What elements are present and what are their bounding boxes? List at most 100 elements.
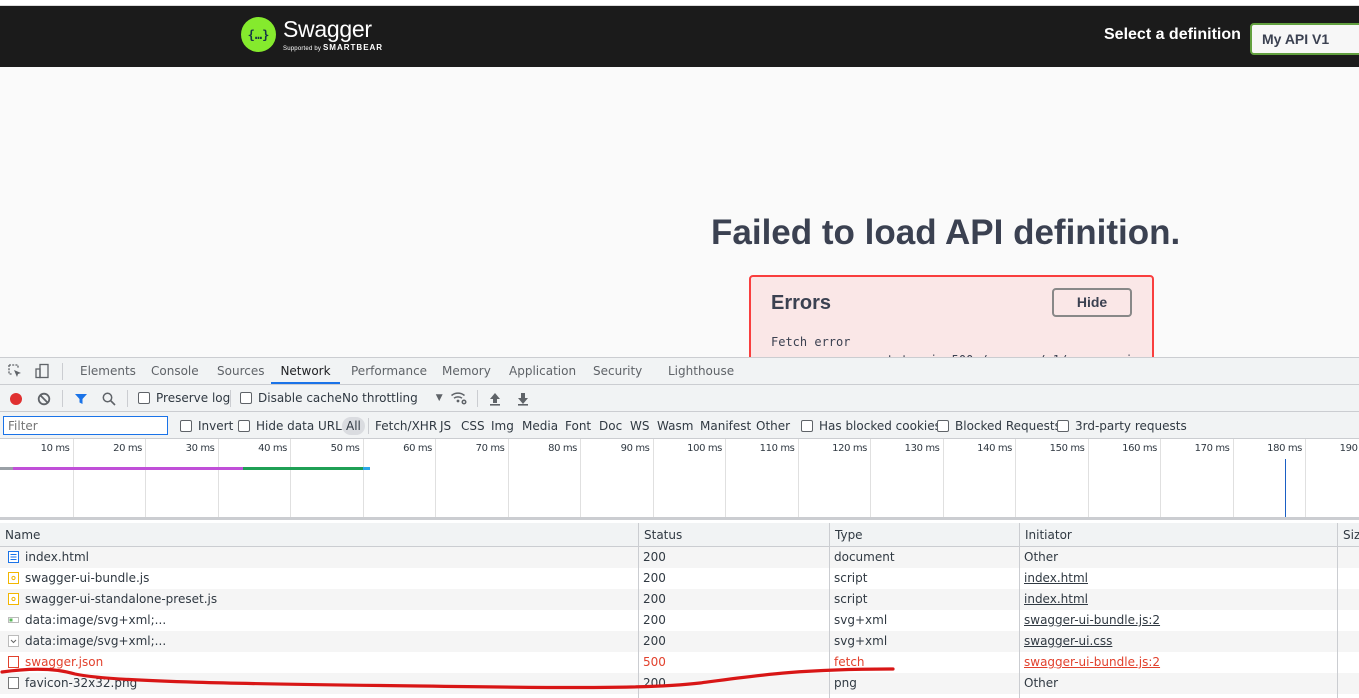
clear-icon[interactable] xyxy=(36,391,51,406)
timeline-tick-label: 80 ms xyxy=(548,443,577,454)
type-filter-all[interactable]: All xyxy=(342,417,365,435)
checkbox-box[interactable] xyxy=(1057,420,1069,432)
tab-elements[interactable]: Elements xyxy=(76,358,140,384)
tab-sources[interactable]: Sources xyxy=(213,358,268,384)
tab-network[interactable]: Network xyxy=(271,358,340,384)
type-filter-img[interactable]: Img xyxy=(488,417,517,435)
throttling-select[interactable]: No throttling ▼ xyxy=(342,391,443,405)
request-initiator[interactable]: swagger-ui-bundle.js:2 xyxy=(1019,610,1336,631)
fetch-icon xyxy=(8,654,19,668)
request-row[interactable]: swagger.json 500 fetch swagger-ui-bundle.js… xyxy=(0,652,1359,673)
request-row[interactable]: swagger-ui-standalone-preset.js 200 script… xyxy=(0,589,1359,610)
import-har-icon[interactable] xyxy=(488,391,502,406)
image-chevron-icon xyxy=(8,633,19,647)
request-status: 200 xyxy=(643,676,666,690)
timeline-bar-download xyxy=(242,467,363,470)
request-type: svg+xml xyxy=(834,634,888,648)
network-overview-timeline[interactable]: 10 ms 20 ms 30 ms 40 ms 50 ms 60 ms 70 ms 80 ms… xyxy=(0,439,1359,520)
type-filter-ws[interactable]: WS xyxy=(627,417,652,435)
request-row[interactable]: data:image/svg+xml;... 200 svg+xml swagger-… xyxy=(0,610,1359,631)
devtools-tabbar: Elements Console Sources Network Perform… xyxy=(0,358,1359,385)
type-filter-media[interactable]: Media xyxy=(519,417,561,435)
type-filter-other[interactable]: Other xyxy=(753,417,793,435)
has-blocked-cookies-checkbox[interactable]: Has blocked cookies xyxy=(801,419,941,433)
hide-data-urls-checkbox[interactable]: Hide data URLs xyxy=(238,419,348,433)
request-row[interactable]: index.html 200 document Other xyxy=(0,547,1359,568)
request-name-text: data:image/svg+xml;... xyxy=(25,634,167,648)
timeline-gridline xyxy=(725,439,726,517)
request-status: 500 xyxy=(643,655,666,669)
timeline-tick-label: 20 ms xyxy=(113,443,142,454)
swagger-logo-icon: {…} xyxy=(241,17,276,52)
request-row[interactable]: favicon-32x32.png 200 png Other xyxy=(0,673,1359,694)
timeline-gridline xyxy=(362,439,364,517)
request-name-text: data:image/svg+xml;... xyxy=(25,613,167,627)
record-icon[interactable] xyxy=(8,391,23,406)
invert-checkbox[interactable]: Invert xyxy=(180,419,233,433)
device-toolbar-icon[interactable] xyxy=(33,362,51,380)
checkbox-box[interactable] xyxy=(180,420,192,432)
checkbox-box[interactable] xyxy=(937,420,949,432)
request-name: swagger-ui-bundle.js xyxy=(3,568,633,589)
request-initiator[interactable]: swagger-ui-bundle.js:2 xyxy=(1019,652,1336,673)
definition-select[interactable]: My API V1 xyxy=(1250,23,1359,55)
checkbox-box[interactable] xyxy=(801,420,813,432)
type-filter-manifest[interactable]: Manifest xyxy=(697,417,754,435)
tab-lighthouse[interactable]: Lighthouse xyxy=(664,358,738,384)
column-header-size[interactable]: Size xyxy=(1337,523,1359,547)
preserve-log-checkbox[interactable]: Preserve log xyxy=(138,391,230,405)
timeline-gridline xyxy=(942,439,944,517)
filter-input[interactable] xyxy=(3,416,168,435)
tab-security[interactable]: Security xyxy=(589,358,646,384)
request-name-text: swagger-ui-standalone-preset.js xyxy=(25,592,218,606)
checkbox-box[interactable] xyxy=(240,392,252,404)
timeline-gridline xyxy=(435,439,436,517)
column-header-initiator[interactable]: Initiator xyxy=(1019,523,1337,547)
file-icon xyxy=(8,675,19,689)
throttling-label: No throttling xyxy=(342,391,418,405)
request-row[interactable]: data:image/svg+xml;... 200 svg+xml swagger-… xyxy=(0,631,1359,652)
search-icon[interactable] xyxy=(101,391,116,406)
blocked-requests-checkbox[interactable]: Blocked Requests xyxy=(937,419,1061,433)
timeline-tick-label: 120 ms xyxy=(832,443,867,454)
column-header-name[interactable]: Name xyxy=(0,523,638,547)
tab-application[interactable]: Application xyxy=(505,358,580,384)
inspect-element-icon[interactable] xyxy=(6,362,24,380)
type-filter-font[interactable]: Font xyxy=(562,417,594,435)
timeline-tick-label: 100 ms xyxy=(687,443,722,454)
column-header-type[interactable]: Type xyxy=(829,523,1019,547)
tab-console[interactable]: Console xyxy=(147,358,203,384)
devtools-panel: Elements Console Sources Network Perform… xyxy=(0,357,1359,698)
type-filter-doc[interactable]: Doc xyxy=(596,417,625,435)
checkbox-box[interactable] xyxy=(238,420,250,432)
request-type: svg+xml xyxy=(834,613,888,627)
tabbar-separator xyxy=(62,363,63,380)
export-har-icon[interactable] xyxy=(516,391,530,406)
network-conditions-icon[interactable] xyxy=(450,390,468,406)
tab-performance[interactable]: Performance xyxy=(347,358,431,384)
type-filter-wasm[interactable]: Wasm xyxy=(654,417,696,435)
errors-title: Errors xyxy=(771,292,832,314)
hide-errors-button[interactable]: Hide xyxy=(1052,288,1132,317)
timeline-tick-label: 150 ms xyxy=(1049,443,1085,454)
disable-cache-checkbox[interactable]: Disable cache xyxy=(240,391,342,405)
request-initiator[interactable]: index.html xyxy=(1019,568,1336,589)
request-initiator[interactable]: swagger-ui.css xyxy=(1019,631,1336,652)
request-name: data:image/svg+xml;... xyxy=(3,610,633,631)
swagger-logo[interactable]: {…} Swagger Supported by SMARTBEAR xyxy=(241,17,383,54)
type-filter-css[interactable]: CSS xyxy=(458,417,488,435)
toolbar-separator xyxy=(230,390,231,407)
tab-memory[interactable]: Memory xyxy=(438,358,495,384)
column-divider xyxy=(829,523,830,698)
timeline-gridline xyxy=(797,439,799,517)
request-row[interactable]: swagger-ui-bundle.js 200 script index.html xyxy=(0,568,1359,589)
request-initiator[interactable]: index.html xyxy=(1019,589,1336,610)
timeline-gridline xyxy=(1015,439,1016,517)
column-header-status[interactable]: Status xyxy=(638,523,829,547)
third-party-requests-checkbox[interactable]: 3rd-party requests xyxy=(1057,419,1187,433)
request-status: 200 xyxy=(643,550,666,564)
type-filter-fetch-xhr[interactable]: Fetch/XHR xyxy=(372,417,440,435)
type-filter-js[interactable]: JS xyxy=(437,417,454,435)
filter-icon[interactable] xyxy=(73,391,88,406)
checkbox-box[interactable] xyxy=(138,392,150,404)
